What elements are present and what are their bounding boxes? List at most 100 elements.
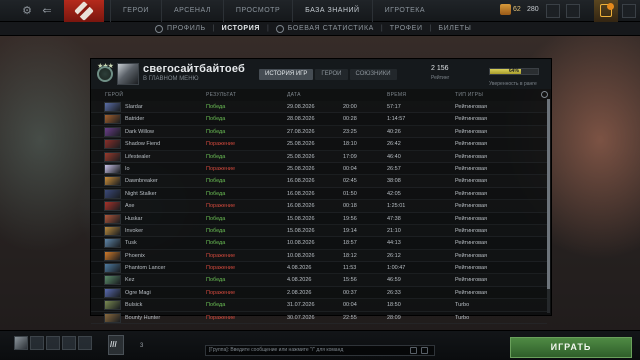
play-button[interactable]: ИГРАТЬ [510,337,632,358]
rating-label: Рейтинг [431,75,450,81]
match-row[interactable]: Ogre Magi Поражение 2.08.2026 00:37 26:33 Рей… [91,287,547,300]
party-slot-empty[interactable] [78,336,92,350]
nav-heroes[interactable]: ГЕРОИ [110,0,161,22]
gear-icon[interactable]: ⚙ [20,4,34,18]
match-date: 25.08.2026 [287,153,315,160]
scrollbar[interactable] [547,99,550,313]
tab-trophies[interactable]: ТРОФЕИ [383,22,430,36]
match-duration: 38:08 [387,178,401,185]
match-type: Рейтинговая [455,289,488,296]
col-result[interactable]: РЕЗУЛЬТАТ [206,92,236,98]
col-hero[interactable]: ГЕРОЙ [105,92,123,98]
col-type[interactable]: ТИП ИГРЫ [455,92,483,98]
tab-match-history[interactable]: ИСТОРИЯ ИГР [259,69,314,80]
hero-portrait-icon [104,126,121,137]
hero-portrait-icon [104,139,121,150]
notification-icon[interactable] [566,4,580,18]
power-icon[interactable] [622,4,636,18]
match-time: 20:00 [343,104,357,110]
nav-knowledge-base[interactable]: БАЗА ЗНАНИЙ [292,0,371,22]
match-row[interactable]: Huskar Победа 15.08.2026 19:56 47:38 Рейтинго… [91,213,547,225]
hero-name: Kez [125,277,135,284]
match-type: Рейтинговая [455,203,488,210]
tab-history[interactable]: ИСТОРИЯ [215,22,267,36]
match-result: Победа [206,215,226,222]
match-duration: 40:26 [387,128,401,135]
match-row[interactable]: Shadow Fiend Поражение 25.08.2026 18:10 26:4… [91,138,547,151]
store-icon[interactable] [546,4,560,18]
party-slot-empty[interactable] [30,336,44,350]
match-result: Победа [206,153,226,160]
match-row[interactable]: Bulsick Победа 31.07.2026 00:04 18:50 Turbo [91,299,547,312]
profile-icon [155,25,163,33]
match-row[interactable]: Slardar Победа 29.08.2026 20:00 57:17 Рейтинг… [91,101,547,114]
match-type: Рейтинговая [455,190,488,197]
match-result: Поражение [206,165,236,172]
ranking-icon[interactable] [594,0,618,22]
party-rank-icon[interactable] [108,335,124,355]
nav-watch[interactable]: ПРОСМОТР [222,0,292,22]
col-duration[interactable]: ВРЕМЯ [387,92,406,98]
col-date[interactable]: ДАТА [287,92,301,98]
queue-count: 3 [140,343,144,349]
match-row[interactable]: Phoenix Поражение 10.08.2026 18:12 26:12 Рейт… [91,250,547,263]
match-duration: 26:33 [387,289,401,296]
hero-name: Io [125,165,130,172]
match-row[interactable]: Io Поражение 25.08.2026 00:04 26:57 Рейтингов… [91,163,547,176]
rank-medal-icon[interactable]: ★★★ [95,62,115,84]
match-result: Победа [206,302,226,309]
chat-input[interactable]: [Группа]: Введите сообщение или нажмите … [205,345,435,356]
back-arrow-icon[interactable]: ⇐ [40,4,54,18]
party-slot-empty[interactable] [62,336,76,350]
match-duration: 21:10 [387,227,401,234]
match-date: 25.08.2026 [287,165,315,172]
rank-confidence-label: Уверенность в ранге [489,81,537,87]
hero-portrait-icon [104,151,121,162]
match-row[interactable]: Night Stalker Победа 16.08.2026 01:50 42:05 Р… [91,188,547,201]
match-row[interactable]: Kez Победа 4.08.2026 15:56 46:59 Рейтинговая [91,274,547,287]
tab-allies[interactable]: СОЮЗНИКИ [349,69,397,80]
match-row[interactable]: Batrider Победа 28.08.2026 00:28 1:14:57 Рейт… [91,113,547,126]
tab-profile[interactable]: ПРОФИЛЬ [148,22,213,36]
match-row[interactable]: Invoker Победа 15.08.2026 19:14 21:10 Рейтинг… [91,225,547,238]
scrollbar-thumb[interactable] [547,99,550,289]
match-row[interactable]: Axe Поражение 16.08.2026 00:18 1:25:01 Рейтин… [91,200,547,213]
avatar[interactable] [117,63,139,85]
party-slot-self[interactable] [14,336,28,350]
player-name: свегосайтбайтоеб [143,63,245,75]
match-duration: 47:38 [387,215,401,222]
player-status: В ГЛАВНОМ МЕНЮ [143,76,199,82]
match-row[interactable]: Dawnbreaker Победа 16.08.2026 02:45 38:08 Рей… [91,175,547,188]
hero-portrait-icon [104,201,121,212]
rating-value: 2 156 [431,65,449,72]
match-type: Рейтинговая [455,116,488,123]
nav-armory[interactable]: АРСЕНАЛ [160,0,223,22]
match-row[interactable]: Bounty Hunter Поражение 30.07.2026 22:55 28:… [91,312,547,325]
match-type: Рейтинговая [455,215,488,222]
tab-tickets[interactable]: БИЛЕТЫ [431,22,478,36]
match-type: Рейтинговая [455,227,488,234]
match-date: 28.08.2026 [287,116,315,123]
match-result: Поражение [206,265,236,272]
dota-logo[interactable] [64,0,104,22]
match-row[interactable]: Dark Willow Победа 27.08.2026 23:25 40:26 Рей… [91,126,547,139]
treasure-chest-icon[interactable] [500,4,511,15]
hero-name: Phoenix [125,252,145,259]
rank-confidence-bar: 64% [489,68,539,75]
match-result: Поражение [206,289,236,296]
match-row[interactable]: Tusk Победа 10.08.2026 18:57 44:13 Рейтингова… [91,237,547,250]
nav-arcade[interactable]: ИГРОТЕКА [371,0,437,22]
match-time: 02:45 [343,178,357,185]
match-date: 16.08.2026 [287,178,315,185]
match-row[interactable]: Lifestealer Победа 25.08.2026 17:09 46:40 Рей… [91,151,547,163]
party-slot-empty[interactable] [46,336,60,350]
tab-battle-stats[interactable]: БОЕВАЯ СТАТИСТИКА [269,22,381,36]
emoji-icon[interactable] [410,347,417,354]
match-row[interactable]: Phantom Lancer Поражение 4.08.2026 11:53 1:0… [91,262,547,275]
match-duration: 28:09 [387,314,401,321]
chat-settings-icon[interactable] [421,347,428,354]
match-time: 00:18 [343,203,357,210]
settings-icon[interactable] [541,91,548,98]
match-date: 27.08.2026 [287,128,315,135]
tab-heroes[interactable]: ГЕРОИ [315,69,348,80]
